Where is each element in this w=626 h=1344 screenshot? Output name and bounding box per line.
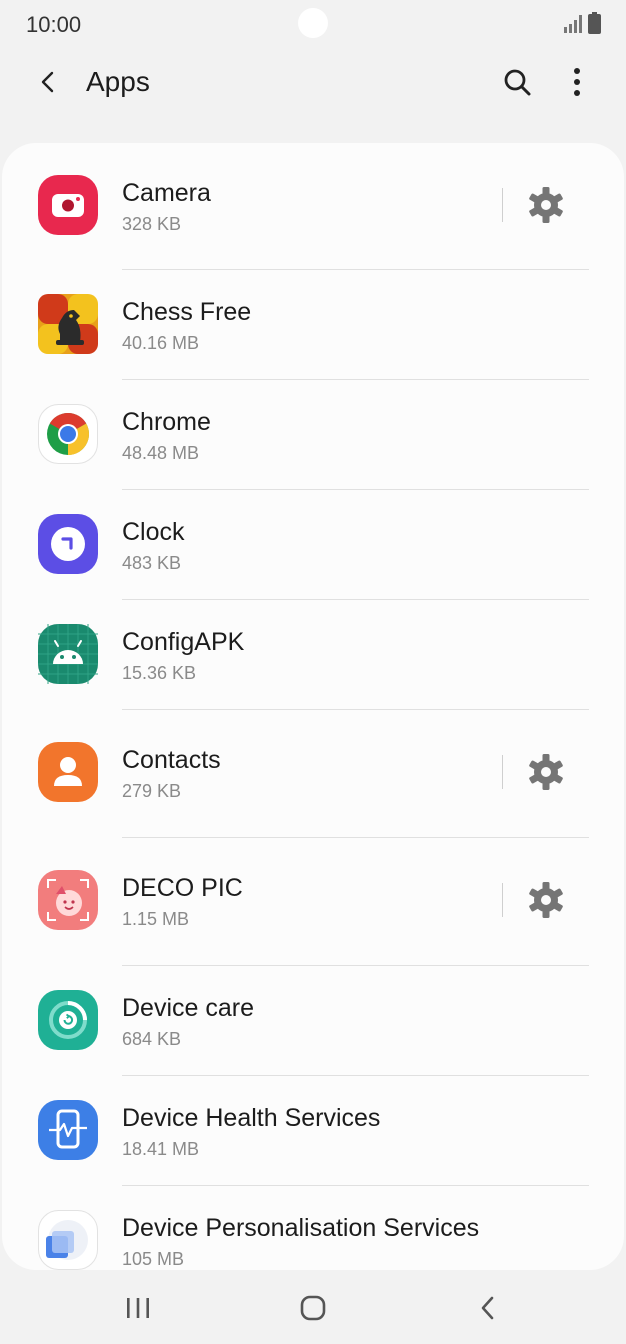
camera-app-icon bbox=[38, 175, 98, 235]
search-icon bbox=[504, 69, 531, 96]
app-row-device-personalisation-services[interactable]: Device Personalisation Services 105 MB bbox=[2, 1186, 624, 1270]
app-size: 328 KB bbox=[122, 214, 182, 234]
app-size: 40.16 MB bbox=[122, 333, 200, 353]
app-row-chess-free[interactable]: Chess Free 40.16 MB bbox=[2, 270, 624, 380]
nav-back-icon bbox=[481, 1296, 494, 1320]
status-time: 10:00 bbox=[26, 12, 82, 37]
home-button[interactable] bbox=[293, 1290, 333, 1326]
more-vertical-icon bbox=[574, 68, 580, 96]
app-name: DECO PIC bbox=[122, 874, 243, 902]
gear-icon bbox=[529, 754, 563, 790]
battery-icon bbox=[588, 12, 601, 34]
camera-settings-button[interactable] bbox=[524, 183, 568, 227]
app-row-deco-pic[interactable]: DECO PIC 1.15 MB bbox=[2, 838, 624, 966]
recents-button[interactable] bbox=[118, 1290, 158, 1326]
app-name: Chess Free bbox=[122, 298, 252, 326]
nav-back-button[interactable] bbox=[468, 1290, 508, 1326]
app-size: 684 KB bbox=[122, 1029, 182, 1049]
app-row-clock[interactable]: Clock 483 KB bbox=[2, 490, 624, 600]
app-name: Clock bbox=[122, 518, 185, 546]
app-row-camera[interactable]: Camera 328 KB bbox=[2, 143, 624, 270]
app-size: 1.15 MB bbox=[122, 909, 190, 929]
settings-separator bbox=[502, 755, 503, 789]
app-size: 15.36 KB bbox=[122, 663, 197, 683]
more-options-button[interactable] bbox=[557, 62, 597, 102]
contacts-app-icon bbox=[38, 742, 98, 802]
app-row-configapk[interactable]: ConfigAPK 15.36 KB bbox=[2, 600, 624, 710]
app-size: 18.41 MB bbox=[122, 1139, 200, 1159]
signal-icon bbox=[564, 15, 582, 33]
app-name: Device care bbox=[122, 994, 254, 1022]
status-bar: 10:00 bbox=[0, 0, 626, 50]
deco-pic-app-icon bbox=[38, 870, 98, 930]
device-care-app-icon bbox=[38, 990, 98, 1050]
device-health-services-app-icon bbox=[38, 1100, 98, 1160]
android-app-icon bbox=[38, 624, 98, 684]
front-camera-cutout bbox=[298, 8, 328, 38]
page-title: Apps bbox=[86, 66, 150, 97]
settings-separator bbox=[502, 188, 503, 222]
app-name: Device Personalisation Services bbox=[122, 1214, 480, 1242]
search-button[interactable] bbox=[497, 62, 537, 102]
clock-app-icon bbox=[38, 514, 98, 574]
app-name: Contacts bbox=[122, 746, 221, 774]
recents-icon bbox=[127, 1298, 149, 1318]
app-size: 48.48 MB bbox=[122, 443, 200, 463]
app-size: 483 KB bbox=[122, 553, 182, 573]
navigation-bar bbox=[0, 1272, 626, 1344]
app-size: 279 KB bbox=[122, 781, 182, 801]
chrome-app-icon bbox=[38, 404, 98, 464]
contacts-settings-button[interactable] bbox=[524, 750, 568, 794]
app-row-device-care[interactable]: Device care 684 KB bbox=[2, 966, 624, 1076]
screen: 10:00 Apps Camera 328 KB Chess Free 40.1… bbox=[0, 0, 626, 1344]
gear-icon bbox=[529, 187, 563, 223]
app-name: Chrome bbox=[122, 408, 211, 436]
chess-free-app-icon bbox=[38, 294, 98, 354]
deco-pic-settings-button[interactable] bbox=[524, 878, 568, 922]
back-button[interactable] bbox=[28, 62, 68, 102]
app-name: Camera bbox=[122, 179, 211, 207]
app-bar: Apps bbox=[0, 50, 626, 120]
device-personalisation-services-app-icon bbox=[38, 1210, 98, 1270]
app-size: 105 MB bbox=[122, 1249, 185, 1269]
arrow-back-icon bbox=[41, 71, 54, 93]
gear-icon bbox=[529, 882, 563, 918]
app-row-device-health-services[interactable]: Device Health Services 18.41 MB bbox=[2, 1076, 624, 1186]
app-row-chrome[interactable]: Chrome 48.48 MB bbox=[2, 380, 624, 490]
app-name: Device Health Services bbox=[122, 1104, 381, 1132]
settings-separator bbox=[502, 883, 503, 917]
home-icon bbox=[300, 1295, 326, 1321]
app-name: ConfigAPK bbox=[122, 628, 245, 656]
app-list: Camera 328 KB Chess Free 40.16 MB Chrome… bbox=[2, 143, 624, 1270]
app-row-contacts[interactable]: Contacts 279 KB bbox=[2, 710, 624, 838]
